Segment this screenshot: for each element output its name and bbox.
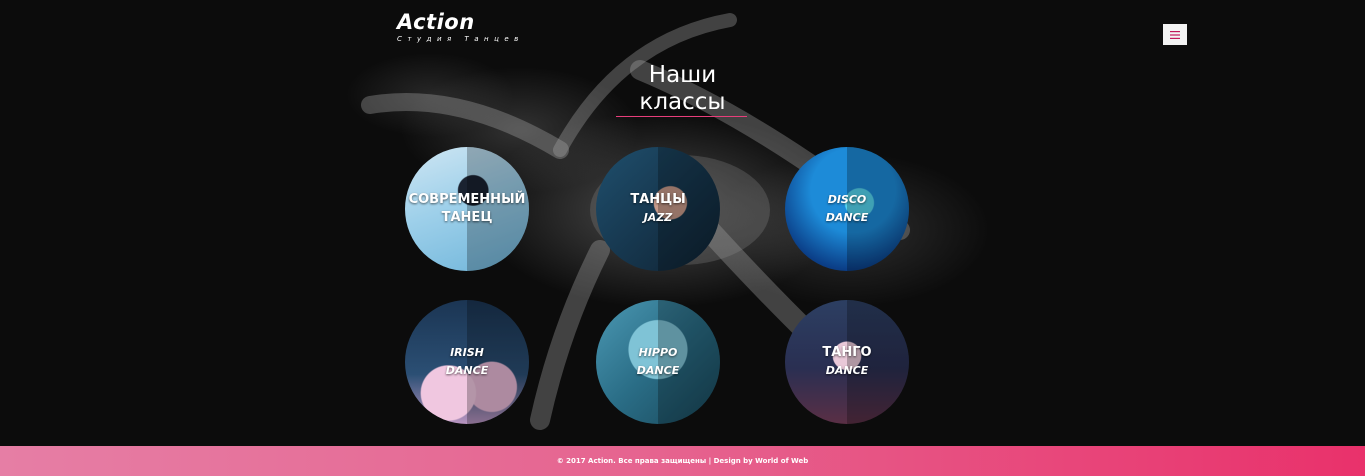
class-label-line1: IRISH bbox=[450, 346, 484, 359]
menu-button[interactable] bbox=[1163, 24, 1187, 45]
class-label: IRISH DANCE bbox=[405, 344, 529, 380]
section-title: Наши классы bbox=[600, 62, 765, 116]
class-label-line2: DANCE bbox=[825, 364, 869, 377]
logo-title: Action bbox=[397, 10, 475, 34]
site-logo[interactable]: Action Студия Танцев bbox=[397, 9, 524, 43]
class-label-line2: ТАНЕЦ bbox=[441, 210, 493, 225]
class-label: DISCO DANCE bbox=[785, 191, 909, 227]
class-label-line1: HIPPO bbox=[638, 346, 678, 359]
section-title-line1: Наши bbox=[648, 62, 717, 88]
class-label-line1: ТАНГО bbox=[822, 345, 872, 360]
class-label: HIPPO DANCE bbox=[596, 344, 720, 380]
class-label: ТАНГО DANCE bbox=[785, 344, 909, 380]
class-label-line2: JAZZ bbox=[643, 211, 673, 224]
class-label-line2: DANCE bbox=[636, 364, 680, 377]
class-label-line1: DISCO bbox=[827, 193, 867, 206]
class-card-tango[interactable]: ТАНГО DANCE bbox=[785, 300, 909, 424]
class-card-contemporary[interactable]: СОВРЕМЕННЫЙ ТАНЕЦ bbox=[405, 147, 529, 271]
class-label-line2: DANCE bbox=[445, 364, 489, 377]
class-label-line2: DANCE bbox=[825, 211, 869, 224]
class-card-disco[interactable]: DISCO DANCE bbox=[785, 147, 909, 271]
class-label-line1: СОВРЕМЕННЫЙ bbox=[408, 192, 526, 207]
section-title-line2: классы bbox=[639, 89, 726, 115]
class-label: ТАНЦЫ JAZZ bbox=[596, 191, 720, 227]
class-label-line1: ТАНЦЫ bbox=[630, 192, 686, 207]
class-card-irish[interactable]: IRISH DANCE bbox=[405, 300, 529, 424]
class-label: СОВРЕМЕННЫЙ ТАНЕЦ bbox=[405, 191, 529, 227]
logo-subtitle: Студия Танцев bbox=[397, 35, 524, 43]
title-underline bbox=[616, 116, 747, 117]
footer-copyright: © 2017 Action. Все права защищены | Desi… bbox=[556, 457, 809, 465]
footer: © 2017 Action. Все права защищены | Desi… bbox=[0, 446, 1365, 476]
hamburger-icon bbox=[1170, 30, 1180, 39]
class-card-jazz[interactable]: ТАНЦЫ JAZZ bbox=[596, 147, 720, 271]
class-card-hippo[interactable]: HIPPO DANCE bbox=[596, 300, 720, 424]
